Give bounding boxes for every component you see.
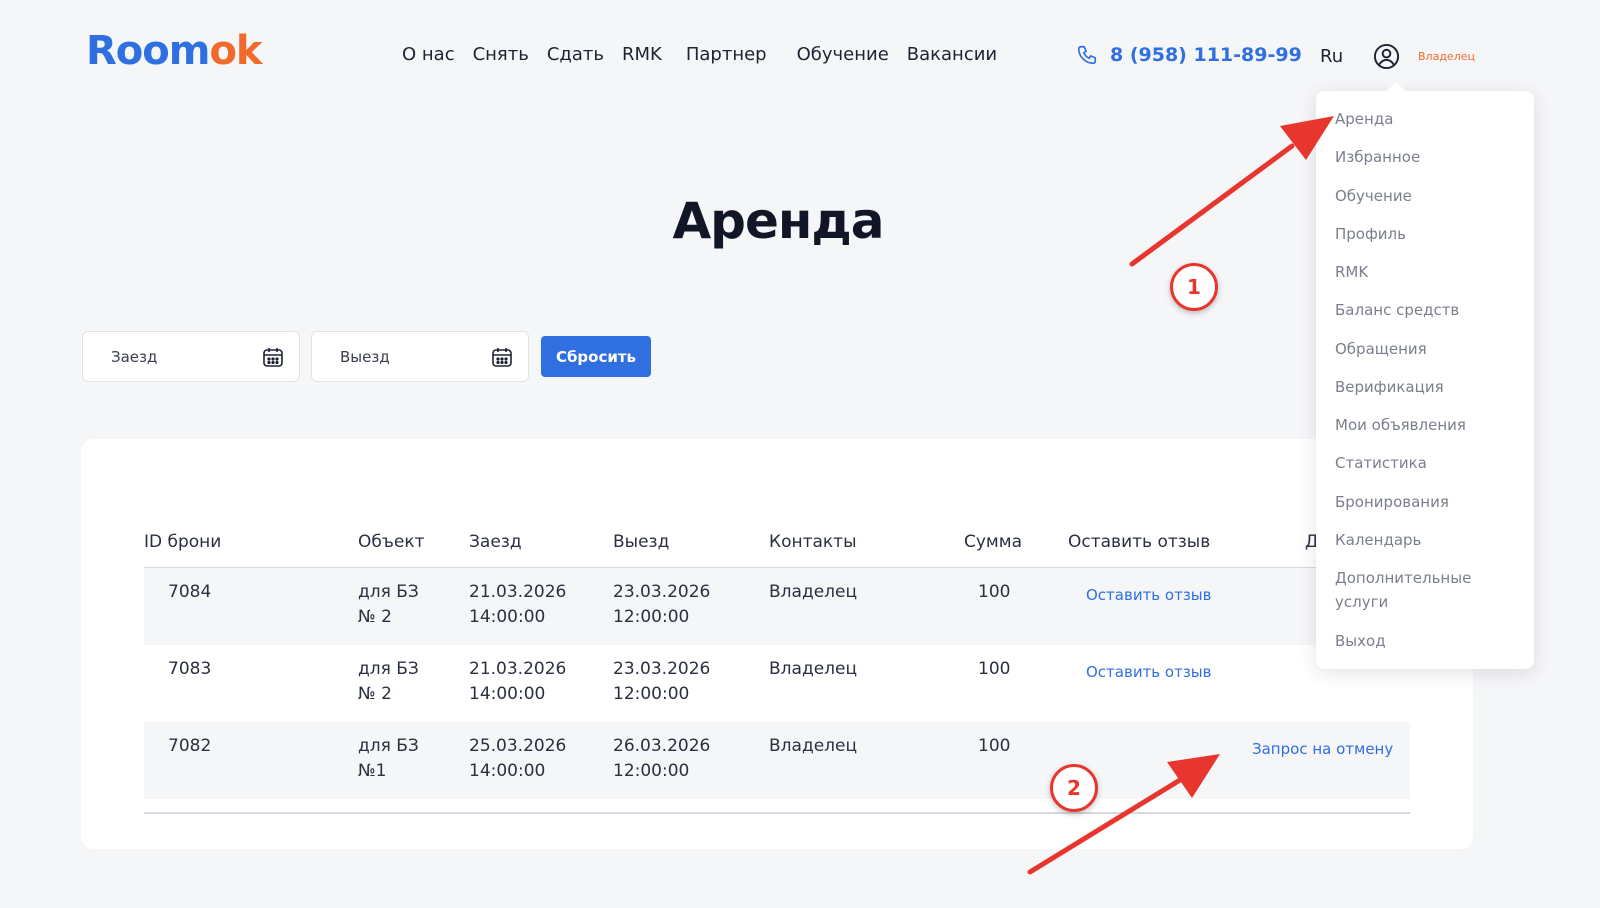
calendar-icon [492,347,512,367]
user-account-icon[interactable] [1373,43,1400,74]
cell-checkout: 23.03.2026 12:00:00 [613,659,711,704]
cell-checkin: 21.03.2026 14:00:00 [469,582,567,627]
cell-object: для БЗ № 2 [358,659,419,704]
menu-item-favorites[interactable]: Избранное [1335,145,1420,169]
annotation-badge-1: 1 [1170,263,1218,311]
logo-text-ok: ok [209,28,262,74]
cell-sum: 100 [978,582,1011,602]
menu-item-my-listings[interactable]: Мои объявления [1335,413,1466,437]
cell-id: 7083 [168,659,212,679]
cell-checkin: 25.03.2026 14:00:00 [469,736,567,781]
cell-sum: 100 [978,659,1011,679]
menu-item-logout[interactable]: Выход [1335,629,1386,653]
nav-vacancies[interactable]: Вакансии [907,44,997,65]
cell-id: 7084 [168,582,212,602]
leave-review-link[interactable]: Оставить отзыв [1086,583,1212,608]
table-header: ID брони Объект Заезд Выезд Контакты Сум… [144,524,1410,568]
nav-rent[interactable]: Снять [473,44,529,65]
menu-item-verification[interactable]: Верификация [1335,375,1444,399]
cancel-request-link[interactable]: Запрос на отмену [1252,737,1393,762]
nav-partner[interactable]: Партнер [686,44,767,65]
phone-icon [1077,45,1097,65]
menu-item-rmk[interactable]: RMK [1335,260,1368,284]
col-checkin: Заезд [469,532,522,552]
cell-checkin: 21.03.2026 14:00:00 [469,659,567,704]
nav-lease[interactable]: Сдать [547,44,604,65]
user-dropdown-menu: Аренда Избранное Обучение Профиль RMK Ба… [1316,82,1534,669]
menu-item-rental[interactable]: Аренда [1335,107,1393,131]
table-row: 7082 для БЗ №1 25.03.2026 14:00:00 26.03… [144,722,1410,799]
cell-contacts: Владелец [769,582,858,602]
bookings-table: ID брони Объект Заезд Выезд Контакты Сум… [144,524,1410,814]
checkin-date-field[interactable]: Заезд [82,331,300,382]
menu-item-requests[interactable]: Обращения [1335,337,1427,361]
cell-id: 7082 [168,736,212,756]
table-bottom-divider [144,812,1410,814]
language-switch[interactable]: Ru [1320,46,1343,67]
cell-checkout: 26.03.2026 12:00:00 [613,736,711,781]
annotation-badge-2: 2 [1050,764,1098,812]
col-contacts: Контакты [769,532,857,552]
menu-item-bookings[interactable]: Бронирования [1335,490,1449,514]
cell-object: для БЗ № 2 [358,582,419,627]
nav-about[interactable]: О нас [402,44,455,65]
checkout-placeholder: Выезд [340,347,390,366]
logo-text-room: Room [86,28,210,74]
phone-number: 8 (958) 111-89-99 [1110,44,1302,66]
checkout-date-field[interactable]: Выезд [311,331,529,382]
col-booking-id: ID брони [144,532,222,552]
cell-sum: 100 [978,736,1011,756]
menu-item-balance[interactable]: Баланс средств [1335,298,1459,322]
cell-checkout: 23.03.2026 12:00:00 [613,582,711,627]
col-sum: Сумма [964,532,1022,552]
menu-item-profile[interactable]: Профиль [1335,222,1406,246]
calendar-icon [263,347,283,367]
leave-review-link[interactable]: Оставить отзыв [1086,660,1212,685]
cell-contacts: Владелец [769,659,858,679]
user-role-label[interactable]: Владелец [1418,50,1475,63]
nav-training[interactable]: Обучение [797,44,889,65]
cell-contacts: Владелец [769,736,858,756]
reset-button[interactable]: Сбросить [541,336,651,377]
table-row: 7084 для БЗ № 2 21.03.2026 14:00:00 23.0… [144,568,1410,645]
col-object: Объект [358,532,425,552]
checkin-placeholder: Заезд [111,347,158,366]
menu-item-calendar[interactable]: Календарь [1335,528,1421,552]
main-nav: О нас Снять Сдать RMK Партнер Обучение В… [402,44,997,65]
roomok-logo[interactable]: Roomok [86,28,263,74]
nav-rmk[interactable]: RMK [622,44,662,65]
col-review: Оставить отзыв [1068,532,1211,552]
menu-item-statistics[interactable]: Статистика [1335,451,1427,475]
phone-link[interactable]: 8 (958) 111-89-99 [1076,44,1302,66]
menu-item-extra-services[interactable]: Дополнительные услуги [1335,566,1485,614]
col-checkout: Выезд [613,532,670,552]
cell-object: для БЗ №1 [358,736,419,781]
table-row: 7083 для БЗ № 2 21.03.2026 14:00:00 23.0… [144,645,1410,722]
menu-item-training[interactable]: Обучение [1335,184,1412,208]
